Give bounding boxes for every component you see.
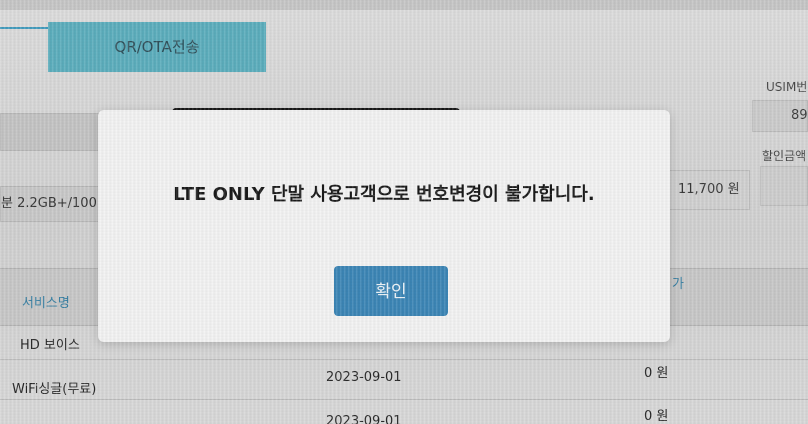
alert-dialog: LTE ONLY 단말 사용고객으로 번호변경이 불가합니다. 확인	[98, 110, 670, 342]
alert-message: LTE ONLY 단말 사용고객으로 번호변경이 불가합니다.	[173, 184, 595, 205]
confirm-button[interactable]: 확인	[334, 266, 448, 316]
screen: QR/OTA전송 USIM번 898 할인금액 분 2.2GB+/100 11,…	[0, 0, 808, 424]
